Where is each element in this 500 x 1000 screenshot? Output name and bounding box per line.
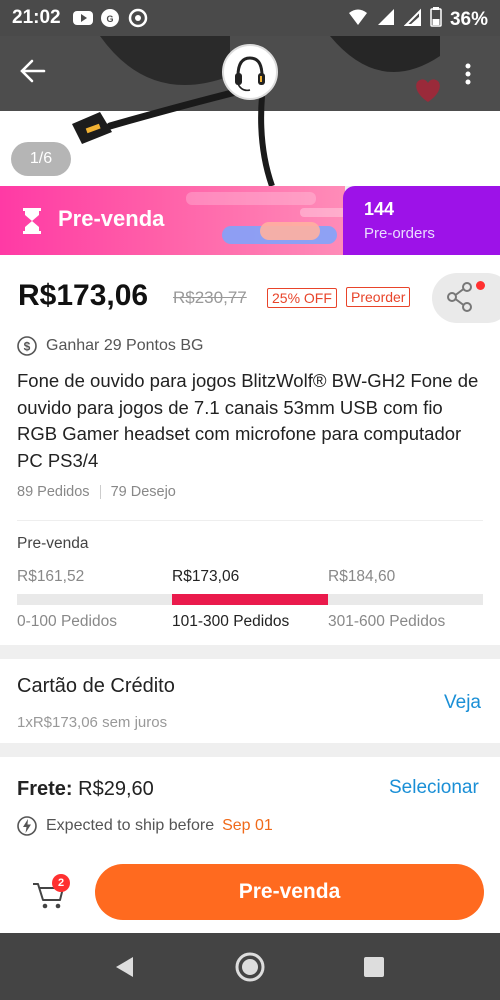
gallery-page-indicator: 1/6 [11,142,71,176]
status-bar: 21:02 G 36% [0,0,500,36]
system-nav-bar [0,933,500,1000]
banner-right-bg [343,186,500,255]
preorder-badge: Preorder [346,287,411,307]
tier-price-2: R$173,06 [172,568,240,585]
tier-price-1: R$161,52 [17,568,85,585]
tier-price-3: R$184,60 [328,568,396,585]
ship-estimate-text: Expected to ship before [46,817,215,834]
points-text: Ganhar 29 Pontos BG [46,337,204,354]
battery-icon [430,7,442,33]
share-icon [447,282,472,312]
back-arrow-icon [20,59,46,83]
battery-percent: 36% [449,9,488,30]
points-row: $ Ganhar 29 Pontos BG [16,335,203,357]
lightning-icon [17,816,37,836]
hourglass-icon [23,208,41,234]
svg-text:G: G [106,14,113,24]
svg-text:$: $ [24,340,31,354]
payment-see-link[interactable]: Veja [444,692,481,714]
nav-home-icon[interactable] [234,951,266,983]
original-price: R$230,77 [173,288,247,307]
orders-count: 89 Pedidos [17,484,90,500]
tier-progress-active [172,594,328,605]
shipping-select-link[interactable]: Selecionar [389,777,479,799]
discount-badge: 25% OFF [267,288,337,308]
tier-heading: Pre-venda [17,535,89,552]
product-title: Fone de ouvido para jogos BlitzWolf® BW-… [17,370,479,471]
bottom-action-bar: 2 Pre-venda [0,854,500,933]
wishes-count: 79 Desejo [110,484,176,500]
product-stats: 89 Pedidos 79 Desejo [17,484,176,500]
tier-range-1: 0-100 Pedidos [17,613,117,630]
coin-icon: $ [17,336,37,356]
cart-count-badge: 2 [52,874,70,892]
stats-separator [99,485,101,499]
payment-card[interactable]: Cartão de Crédito 1xR$173,06 sem juros V… [0,659,500,743]
signal-icon [376,8,396,32]
more-menu-button[interactable] [458,60,478,90]
more-vertical-icon [465,63,471,85]
headset-thumbnail-icon [235,56,265,92]
shipping-label-text: Frete: [17,778,73,800]
tier-range-2: 101-300 Pedidos [172,613,290,630]
banner-title: Pre-venda [58,206,165,231]
nav-recents-icon[interactable] [363,956,385,978]
share-notification-dot [476,281,485,290]
back-button[interactable] [18,56,58,90]
notification-icons: G [72,8,148,28]
app-notification-icon: G [100,8,120,28]
signal-icon-2 [403,8,422,32]
payment-installments: 1xR$173,06 sem juros [17,714,168,731]
favorite-button[interactable] [400,62,456,118]
preorders-label: Pre-orders [364,225,435,242]
heart-icon [416,79,440,102]
product-gallery[interactable]: 1/6 [0,36,500,186]
shipping-value: R$29,60 [78,778,154,800]
shipping-label: Frete: R$29,60 [17,778,154,801]
ship-estimate-date: Sep 01 [222,817,273,834]
youtube-icon [72,8,93,28]
product-info-card: R$173,06 R$230,77 25% OFF Preorder $ Gan… [0,255,500,645]
share-button[interactable] [432,273,500,323]
preorders-count: 144 [364,199,395,219]
current-price: R$173,06 [18,279,149,312]
status-time: 21:02 [12,7,61,28]
wifi-icon [348,8,368,32]
presale-buy-button[interactable]: Pre-venda [95,864,484,920]
tier-range-3: 301-600 Pedidos [328,613,446,630]
shipping-card: Frete: R$29,60 Selecionar Expected to sh… [0,757,500,854]
ship-estimate: Expected to ship before Sep 01 [16,815,273,837]
presale-banner: Pre-venda 144 Pre-orders [0,186,500,255]
status-right: 36% [348,7,488,33]
nav-back-icon[interactable] [113,955,137,979]
payment-title: Cartão de Crédito [17,675,175,697]
app-notification-icon-2 [128,8,148,28]
divider [17,520,483,521]
product-thumbnail[interactable] [222,44,278,100]
